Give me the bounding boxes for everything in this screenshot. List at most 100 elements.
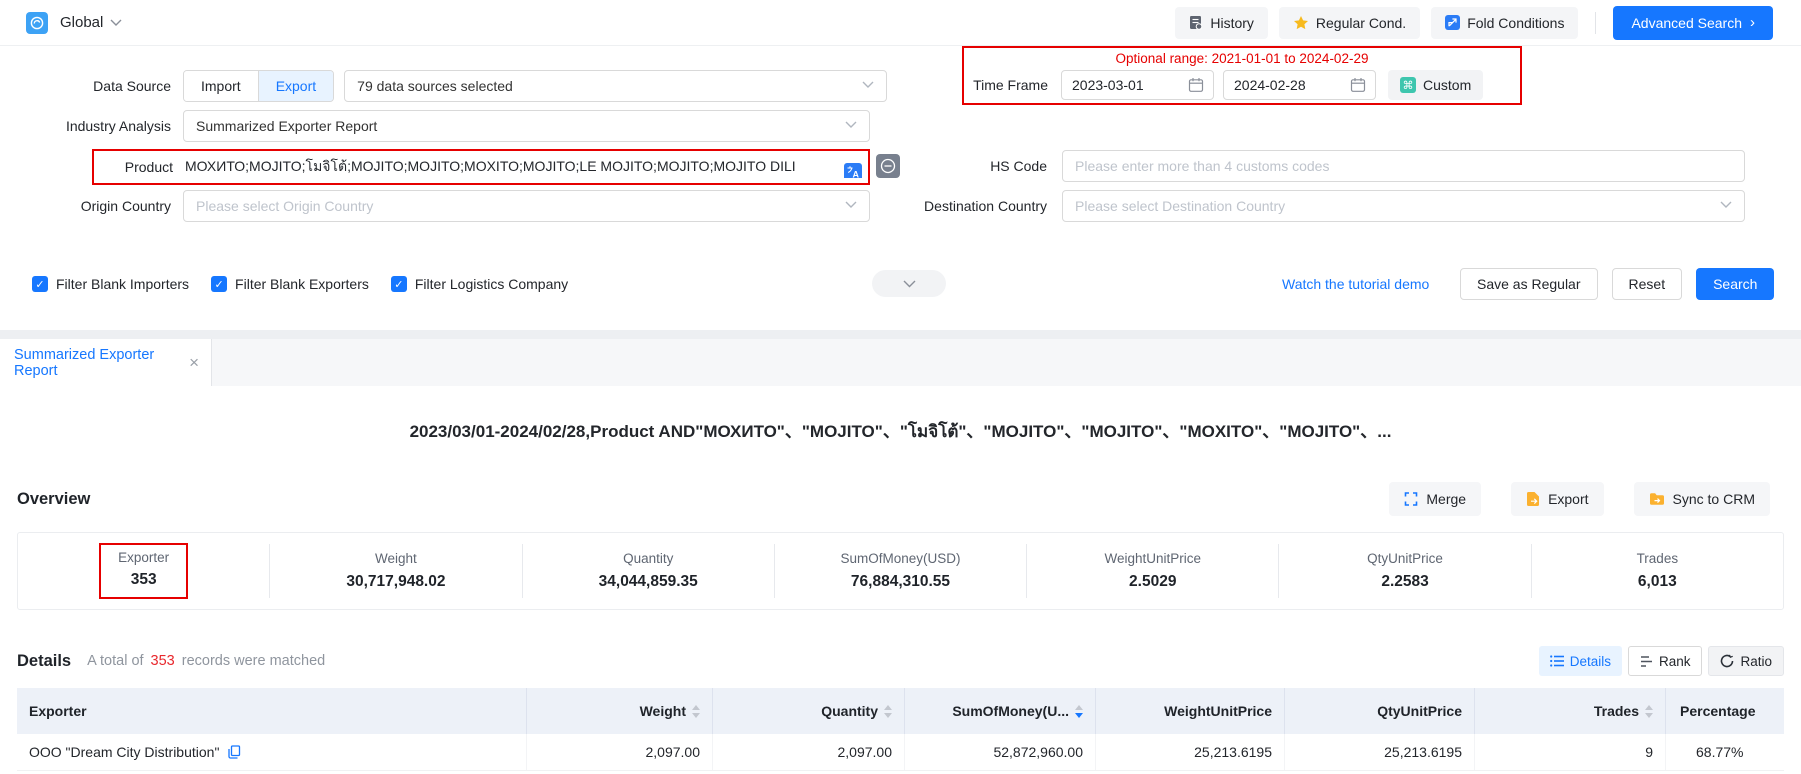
command-icon: ⌘	[1400, 77, 1416, 93]
column-label: Trades	[1594, 703, 1639, 719]
column-header-sum-of-money[interactable]: SumOfMoney(U...	[905, 688, 1096, 734]
optional-range-text: Optional range: 2021-01-01 to 2024-02-29	[964, 49, 1520, 69]
origin-country-select[interactable]: Please select Origin Country	[183, 190, 870, 222]
view-rank-label: Rank	[1659, 654, 1691, 669]
product-highlight-box: Product МОХИТО;MOJITO;โมจิโต้;MOJITO;MOJ…	[92, 149, 870, 185]
reset-button[interactable]: Reset	[1612, 268, 1683, 300]
form-actions: Watch the tutorial demo Save as Regular …	[1282, 268, 1774, 300]
app-logo-icon	[26, 12, 48, 34]
checkbox-checked-icon: ✓	[211, 276, 227, 292]
column-label: Exporter	[29, 703, 87, 719]
sort-icons-active-desc[interactable]	[1075, 705, 1083, 718]
stat-label: SumOfMoney(USD)	[840, 551, 960, 566]
custom-range-button[interactable]: ⌘ Custom	[1388, 70, 1483, 100]
tab-summarized-exporter-report[interactable]: Summarized Exporter Report ×	[0, 339, 212, 386]
view-rank-button[interactable]: Rank	[1628, 646, 1703, 676]
view-switcher: Details Rank Ratio	[1539, 646, 1784, 676]
end-date-value: 2024-02-28	[1234, 77, 1350, 93]
search-form: Data Source Import Export 79 data source…	[0, 46, 1801, 330]
column-label: Percentage	[1680, 703, 1755, 719]
view-ratio-button[interactable]: Ratio	[1708, 646, 1784, 676]
stat-label: Exporter	[118, 550, 169, 565]
destination-country-select[interactable]: Please select Destination Country	[1062, 190, 1745, 222]
column-label: WeightUnitPrice	[1164, 703, 1272, 719]
stat-qty-unit-price: QtyUnitPrice 2.2583	[1279, 544, 1531, 598]
export-button[interactable]: Export	[1511, 482, 1603, 516]
data-source-select[interactable]: 79 data sources selected	[344, 70, 887, 102]
hs-code-label: HS Code	[770, 158, 1047, 174]
product-input[interactable]: МОХИТО;MOJITO;โมจิโต้;MOJITO;MOJITO;MOXI…	[185, 156, 868, 178]
stat-value: 353	[131, 571, 157, 589]
column-header-weight-unit-price[interactable]: WeightUnitPrice	[1096, 688, 1285, 734]
chevron-down-icon	[845, 121, 857, 129]
filter-blank-exporters-checkbox[interactable]: ✓ Filter Blank Exporters	[211, 276, 369, 292]
hs-code-input[interactable]	[1062, 150, 1745, 182]
industry-analysis-select[interactable]: Summarized Exporter Report	[183, 110, 870, 142]
history-button[interactable]: History	[1175, 7, 1268, 39]
regular-cond-button[interactable]: Regular Cond.	[1279, 7, 1420, 39]
fold-conditions-button[interactable]: Fold Conditions	[1431, 7, 1578, 39]
stat-value: 2.2583	[1381, 573, 1428, 591]
stat-value: 2.5029	[1129, 573, 1176, 591]
total-count: 353	[151, 653, 175, 669]
column-header-percentage[interactable]: Percentage	[1666, 688, 1784, 734]
import-toggle[interactable]: Import	[184, 71, 258, 101]
collapse-form-button[interactable]	[872, 270, 946, 297]
sync-to-crm-label: Sync to CRM	[1673, 491, 1755, 507]
data-source-value: 79 data sources selected	[357, 78, 513, 94]
export-label: Export	[1548, 491, 1588, 507]
merge-icon	[1404, 492, 1418, 506]
merge-button[interactable]: Merge	[1389, 482, 1481, 516]
stat-value: 6,013	[1638, 573, 1677, 591]
calendar-icon	[1350, 77, 1366, 93]
history-icon	[1189, 15, 1203, 30]
stat-label: Weight	[375, 551, 417, 566]
tutorial-demo-link[interactable]: Watch the tutorial demo	[1282, 276, 1444, 292]
exporter-name-text[interactable]: OOO "Dream City Distribution"	[29, 744, 219, 760]
destination-country-placeholder: Please select Destination Country	[1075, 198, 1285, 214]
table-row[interactable]: OOO "Dream City Distribution" 2,097.00 2…	[17, 734, 1784, 771]
sync-to-crm-button[interactable]: Sync to CRM	[1634, 482, 1770, 516]
region-selector[interactable]: Global	[60, 14, 122, 31]
checkbox-checked-icon: ✓	[391, 276, 407, 292]
details-table: Exporter Weight Quantity SumOfMoney(U...…	[17, 688, 1784, 771]
close-icon[interactable]: ×	[189, 354, 199, 371]
save-as-regular-button[interactable]: Save as Regular	[1460, 268, 1598, 300]
rank-icon	[1640, 655, 1653, 668]
fold-conditions-label: Fold Conditions	[1467, 15, 1564, 31]
data-source-toggle: Import Export	[183, 70, 334, 102]
filter-blank-importers-label: Filter Blank Importers	[56, 276, 189, 292]
stat-value: 30,717,948.02	[346, 573, 445, 591]
sort-icons[interactable]	[1645, 705, 1653, 718]
end-date-input[interactable]: 2024-02-28	[1223, 70, 1376, 100]
export-toggle[interactable]: Export	[258, 71, 333, 101]
overview-stats-card: Exporter 353 Weight 30,717,948.02 Quanti…	[17, 532, 1784, 610]
details-header: Details A total of353records were matche…	[17, 646, 1784, 676]
column-header-exporter[interactable]: Exporter	[17, 688, 527, 734]
column-header-trades[interactable]: Trades	[1475, 688, 1666, 734]
stat-label: Trades	[1637, 551, 1679, 566]
filter-blank-importers-checkbox[interactable]: ✓ Filter Blank Importers	[32, 276, 189, 292]
view-details-button[interactable]: Details	[1539, 646, 1622, 676]
column-header-weight[interactable]: Weight	[527, 688, 713, 734]
chevron-right-icon: ›	[1750, 15, 1755, 30]
chevron-down-icon	[1720, 201, 1732, 209]
column-label: Weight	[640, 703, 686, 719]
stat-trades: Trades 6,013	[1532, 544, 1783, 598]
sort-icons[interactable]	[692, 705, 700, 718]
filter-logistics-company-checkbox[interactable]: ✓ Filter Logistics Company	[391, 276, 568, 292]
sort-icons[interactable]	[884, 705, 892, 718]
copy-icon[interactable]	[228, 745, 241, 759]
advanced-search-button[interactable]: Advanced Search ›	[1613, 6, 1773, 40]
start-date-input[interactable]: 2023-03-01	[1061, 70, 1214, 100]
industry-analysis-row: Industry Analysis Summarized Exporter Re…	[0, 110, 870, 142]
column-header-quantity[interactable]: Quantity	[713, 688, 905, 734]
tab-strip: Summarized Exporter Report ×	[0, 330, 1801, 386]
results-area: 2023/03/01-2024/02/28,Product AND"МОХИТО…	[0, 417, 1801, 771]
column-header-qty-unit-price[interactable]: QtyUnitPrice	[1285, 688, 1475, 734]
product-value: МОХИТО;MOJITO;โมจิโต้;MOJITO;MOJITO;MOXI…	[185, 158, 796, 174]
search-button[interactable]: Search	[1696, 268, 1774, 300]
checkbox-checked-icon: ✓	[32, 276, 48, 292]
total-suffix: records were matched	[182, 653, 325, 669]
query-summary-title: 2023/03/01-2024/02/28,Product AND"МОХИТО…	[0, 417, 1801, 445]
